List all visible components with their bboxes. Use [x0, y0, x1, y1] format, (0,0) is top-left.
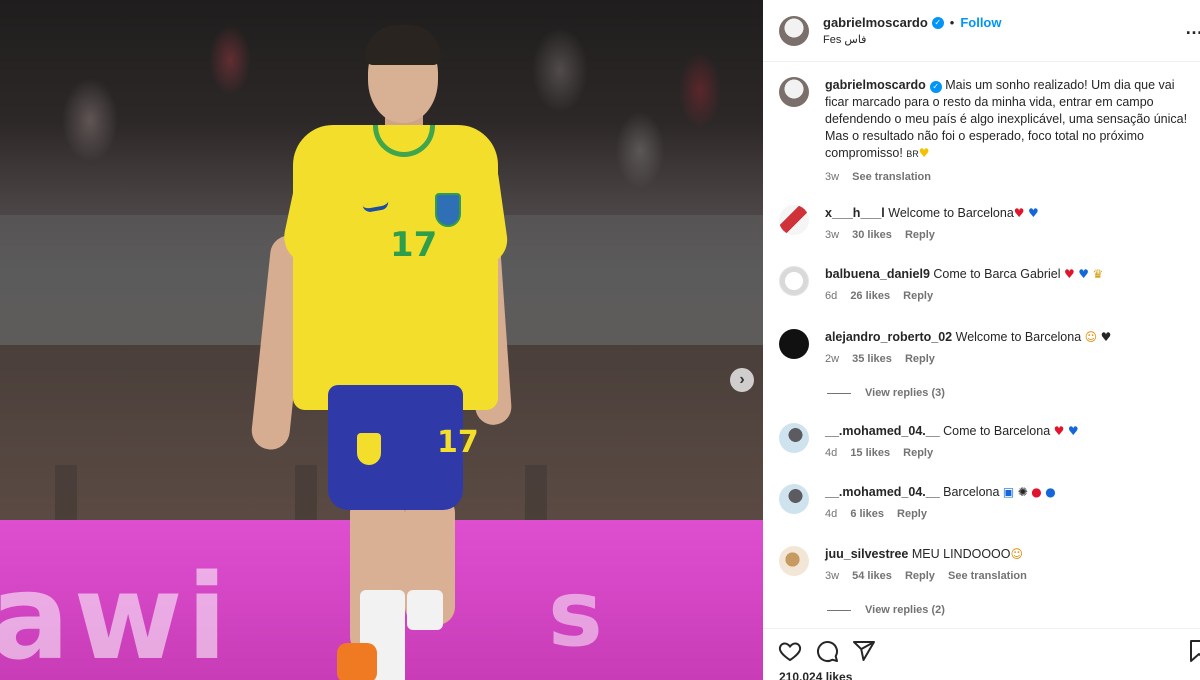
- advertising-board-text: awi: [0, 548, 232, 680]
- comment-likes[interactable]: 35 likes: [852, 353, 892, 365]
- likes-count[interactable]: 210,024 likes: [779, 670, 852, 680]
- separator-dot: •: [949, 15, 955, 30]
- comments-list[interactable]: gabrielmoscardo ✓ Mais um sonho realizado…: [763, 63, 1200, 628]
- shorts-crest-icon: [357, 433, 381, 465]
- view-replies-button[interactable]: View replies (2): [827, 604, 945, 616]
- reply-button[interactable]: Reply: [903, 290, 933, 302]
- comment-likes[interactable]: 54 likes: [852, 570, 892, 582]
- reply-button[interactable]: Reply: [905, 570, 935, 582]
- heart-eyes-emoji: ☺: [1010, 547, 1024, 561]
- reply-button[interactable]: Reply: [903, 447, 933, 459]
- see-translation-link[interactable]: See translation: [852, 171, 931, 183]
- comment-timestamp[interactable]: 2w: [825, 353, 839, 365]
- commenter-avatar[interactable]: [779, 329, 809, 359]
- comment-likes[interactable]: 26 likes: [850, 290, 890, 302]
- comment-icon[interactable]: [815, 639, 839, 663]
- replies-divider: [827, 609, 851, 611]
- comment-timestamp[interactable]: 4d: [825, 508, 837, 520]
- comment-likes[interactable]: 30 likes: [852, 229, 892, 241]
- share-icon[interactable]: [852, 639, 876, 663]
- red-heart-emoji: ♥: [1053, 424, 1065, 438]
- commenter-username[interactable]: juu_silvestree: [825, 547, 908, 561]
- comment-item: alejandro_roberto_02 Welcome to Barcelon…: [779, 329, 1194, 367]
- heart-eyes-emoji: ☺: [1084, 330, 1098, 344]
- red-circle-emoji: ●: [1031, 485, 1042, 499]
- commenter-avatar[interactable]: [779, 423, 809, 453]
- commenter-username[interactable]: __.mohamed_04.__: [825, 485, 940, 499]
- commenter-avatar[interactable]: [779, 484, 809, 514]
- blue-heart-emoji: ♥: [1078, 267, 1090, 281]
- comment-timestamp[interactable]: 6d: [825, 290, 837, 302]
- flag-emoji: ▣: [1002, 485, 1015, 499]
- red-heart-emoji: ♥: [1064, 267, 1075, 281]
- comment-item: juu_silvestree MEU LINDOOOO☺ 3w 54 likes…: [779, 546, 1194, 584]
- post-photo[interactable]: awi s 17 17 ›: [0, 0, 763, 680]
- crown-emoji: ♛: [1092, 267, 1104, 281]
- comment-likes[interactable]: 15 likes: [850, 447, 890, 459]
- football-player: 17 17: [249, 25, 515, 680]
- blue-heart-emoji: ♥: [1028, 206, 1039, 220]
- yellow-heart-emoji: ♥: [918, 146, 930, 160]
- comment-text: MEU LINDOOOO: [911, 547, 1011, 561]
- comment-item: x___h___l Welcome to Barcelona♥ ♥ 3w 30 …: [779, 205, 1194, 243]
- shirt-number: 17: [390, 225, 438, 265]
- heart-icon[interactable]: [778, 639, 802, 663]
- comment-item: __.mohamed_04.__ Barcelona ▣ ✺ ● ● 4d 6 …: [779, 484, 1194, 522]
- post-actions-bar: [763, 628, 1200, 668]
- view-replies-label: View replies (3): [865, 387, 945, 399]
- instagram-post-view: awi s 17 17 › gabrielmoscardo ✓ • Follow…: [0, 0, 1200, 680]
- comment-likes[interactable]: 6 likes: [850, 508, 884, 520]
- yellow-jersey: [293, 125, 498, 410]
- author-username[interactable]: gabrielmoscardo: [823, 15, 928, 30]
- comment-timestamp[interactable]: 3w: [825, 229, 839, 241]
- comment-item: balbuena_daniel9 Come to Barca Gabriel ♥…: [779, 266, 1194, 304]
- post-header: gabrielmoscardo ✓ • Follow Fes فاس …: [763, 0, 1200, 62]
- post-caption: gabrielmoscardo ✓ Mais um sonho realizado…: [779, 77, 1194, 186]
- caption-avatar[interactable]: [779, 77, 809, 107]
- blue-heart-emoji: ♥: [1067, 424, 1079, 438]
- comment-text: Barcelona: [943, 485, 1000, 499]
- more-options-icon[interactable]: …: [1185, 18, 1200, 39]
- view-replies-label: View replies (2): [865, 604, 945, 616]
- reply-button[interactable]: Reply: [905, 229, 935, 241]
- commenter-avatar[interactable]: [779, 266, 809, 296]
- comment-text: Welcome to Barcelona: [955, 330, 1082, 344]
- comment-text: Come to Barca Gabriel: [933, 267, 1061, 281]
- comment-text: Come to Barcelona: [943, 424, 1051, 438]
- follow-button[interactable]: Follow: [960, 15, 1001, 30]
- brazil-flag-emoji: BR: [906, 149, 919, 159]
- bookmark-icon[interactable]: [1187, 639, 1200, 663]
- commenter-username[interactable]: x___h___l: [825, 206, 885, 220]
- black-heart-emoji: ♥: [1100, 330, 1112, 344]
- commenter-avatar[interactable]: [779, 546, 809, 576]
- blue-circle-emoji: ●: [1045, 485, 1056, 499]
- author-avatar[interactable]: [779, 15, 809, 46]
- shorts-number: 17: [437, 425, 479, 460]
- reply-button[interactable]: Reply: [897, 508, 927, 520]
- cbf-crest-icon: [435, 193, 461, 227]
- comment-item: __.mohamed_04.__ Come to Barcelona ♥ ♥ 4…: [779, 423, 1194, 461]
- chevron-right-icon[interactable]: ›: [730, 368, 754, 392]
- reply-button[interactable]: Reply: [905, 353, 935, 365]
- see-translation-link[interactable]: See translation: [948, 570, 1027, 582]
- commenter-username[interactable]: __.mohamed_04.__: [825, 424, 940, 438]
- bomb-emoji: ✺: [1017, 485, 1028, 499]
- comment-timestamp[interactable]: 3w: [825, 570, 839, 582]
- comment-timestamp[interactable]: 4d: [825, 447, 837, 459]
- view-replies-button[interactable]: View replies (3): [827, 387, 945, 399]
- caption-timestamp[interactable]: 3w: [825, 171, 839, 183]
- post-side-panel: gabrielmoscardo ✓ • Follow Fes فاس … gab…: [763, 0, 1200, 680]
- post-location[interactable]: Fes فاس: [823, 33, 1002, 46]
- verified-badge-icon: ✓: [931, 16, 944, 29]
- red-heart-emoji: ♥: [1013, 206, 1025, 220]
- verified-badge-icon: ✓: [929, 80, 942, 93]
- commenter-username[interactable]: alejandro_roberto_02: [825, 330, 952, 344]
- commenter-username[interactable]: balbuena_daniel9: [825, 267, 930, 281]
- replies-divider: [827, 392, 851, 394]
- caption-username[interactable]: gabrielmoscardo: [825, 78, 926, 92]
- comment-text: Welcome to Barcelona: [888, 206, 1014, 220]
- advertising-board-letter: s: [548, 560, 603, 667]
- commenter-avatar[interactable]: [779, 205, 809, 235]
